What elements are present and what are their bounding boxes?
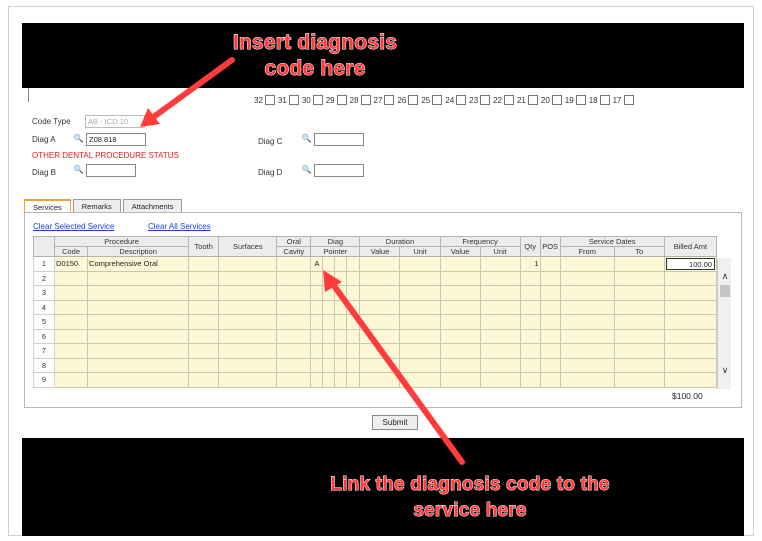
- annotation-arrows: [140, 57, 465, 465]
- top-arrow-shaft: [149, 57, 235, 121]
- bottom-arrow-shaft: [329, 280, 465, 465]
